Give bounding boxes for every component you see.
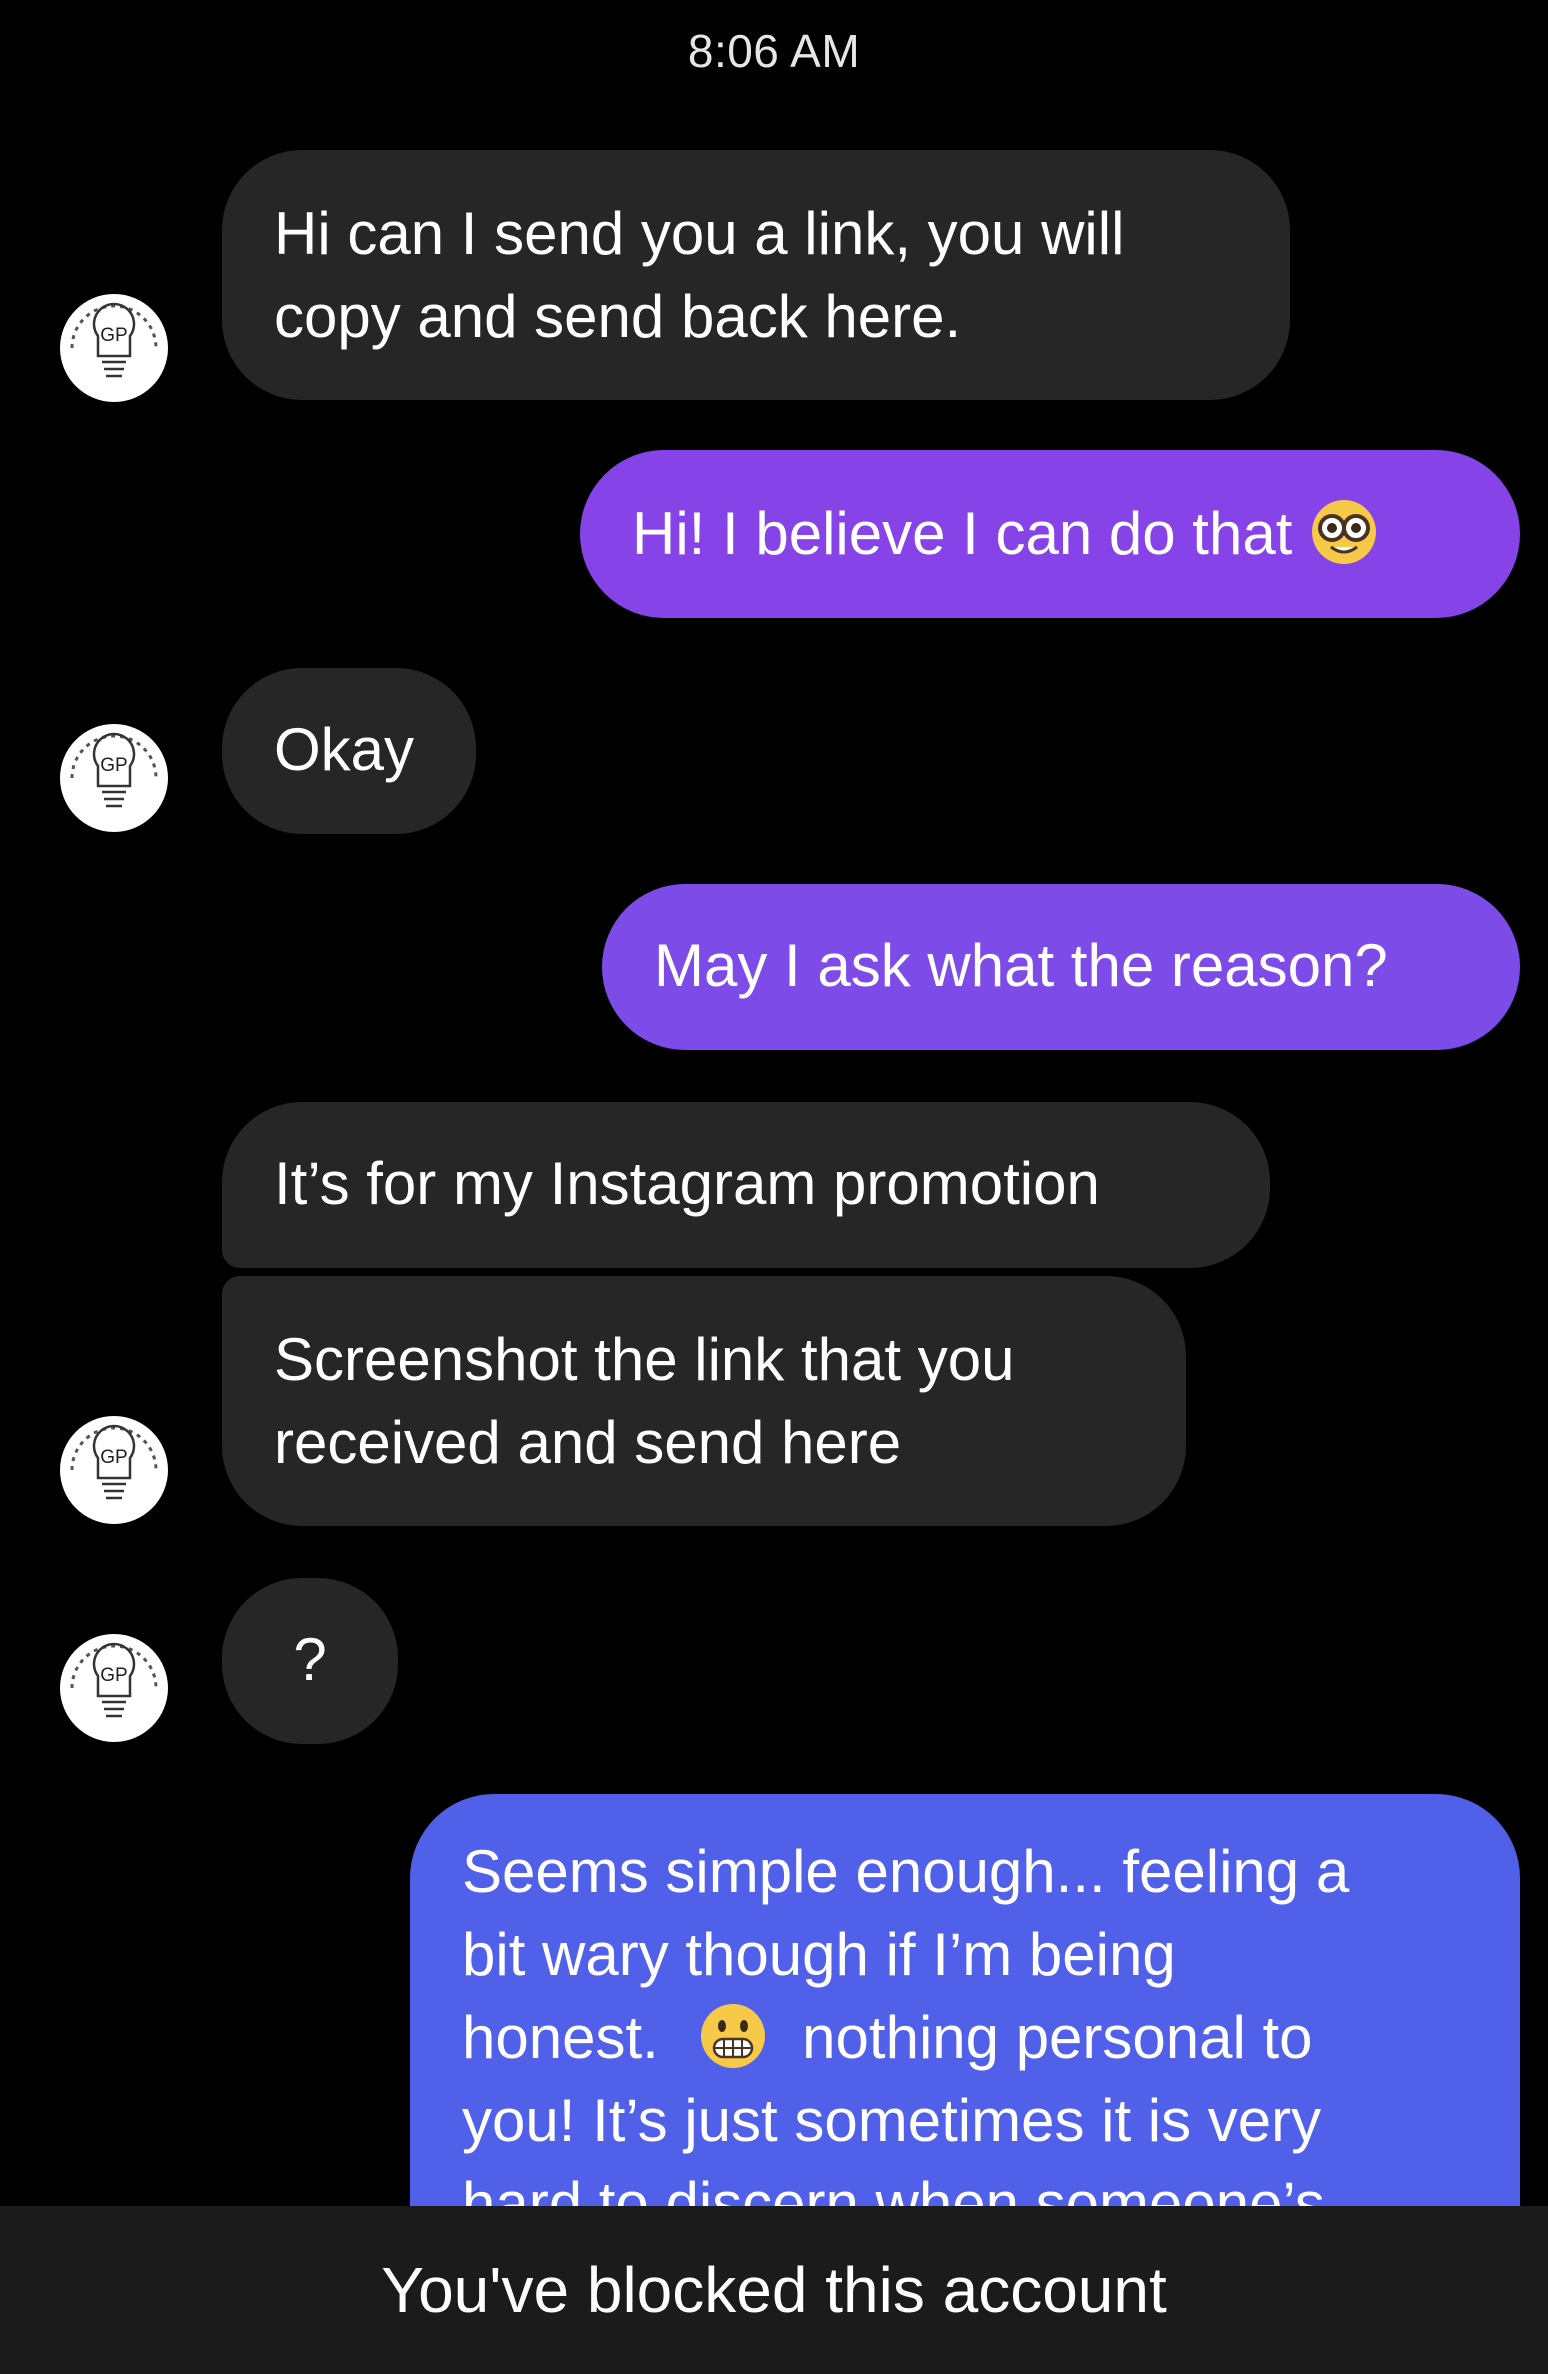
contact-avatar[interactable]: GP bbox=[58, 292, 170, 404]
incoming-message[interactable]: ? bbox=[222, 1578, 398, 1744]
outgoing-message[interactable]: May I ask what the reason? bbox=[602, 884, 1520, 1050]
message-line: copy and send back here. bbox=[274, 283, 962, 350]
message-line: ? bbox=[293, 1626, 327, 1693]
message-line: hard to discern when someone’s bbox=[462, 2170, 1325, 2206]
message-line: honest. bbox=[462, 2004, 659, 2071]
message-thread[interactable]: Hi can I send you a link, you will copy … bbox=[0, 0, 1548, 2206]
message-line: received and send here bbox=[274, 1409, 902, 1476]
blocked-account-banner: You've blocked this account bbox=[0, 2206, 1548, 2374]
message-line: Screenshot the link that you bbox=[274, 1326, 1015, 1393]
message-line: Hi can I send you a link, you will bbox=[274, 200, 1125, 267]
avatar-initials: GP bbox=[100, 1447, 127, 1468]
avatar-initials: GP bbox=[100, 755, 127, 776]
outgoing-message[interactable]: Hi! I believe I can do that bbox=[580, 450, 1520, 618]
grimacing-face-icon bbox=[700, 2004, 765, 2069]
incoming-message[interactable]: Hi can I send you a link, you will copy … bbox=[222, 150, 1290, 400]
incoming-message[interactable]: Screenshot the link that you received an… bbox=[222, 1276, 1186, 1526]
message-line: Hi! I believe I can do that bbox=[632, 500, 1293, 567]
message-line: bit wary though if I’m being bbox=[462, 1921, 1176, 1988]
message-line: Okay bbox=[274, 716, 415, 783]
message-line: you! It’s just sometimes it is very bbox=[462, 2087, 1322, 2154]
incoming-message[interactable]: Okay bbox=[222, 668, 476, 834]
contact-avatar[interactable]: GP bbox=[58, 722, 170, 834]
message-line: May I ask what the reason? bbox=[654, 932, 1388, 999]
avatar-initials: GP bbox=[100, 1665, 127, 1686]
contact-avatar[interactable]: GP bbox=[58, 1632, 170, 1744]
message-line: It’s for my Instagram promotion bbox=[274, 1150, 1100, 1217]
outgoing-message[interactable]: Seems simple enough... feeling a bit war… bbox=[410, 1794, 1520, 2206]
avatar-initials: GP bbox=[100, 325, 127, 346]
message-line: Seems simple enough... feeling a bbox=[462, 1838, 1350, 1905]
nerd-face-icon bbox=[1312, 500, 1377, 565]
message-line: nothing personal to bbox=[802, 2004, 1313, 2071]
contact-avatar[interactable]: GP bbox=[58, 1414, 170, 1526]
blocked-account-text: You've blocked this account bbox=[381, 2254, 1167, 2326]
incoming-message[interactable]: It’s for my Instagram promotion bbox=[222, 1102, 1270, 1268]
